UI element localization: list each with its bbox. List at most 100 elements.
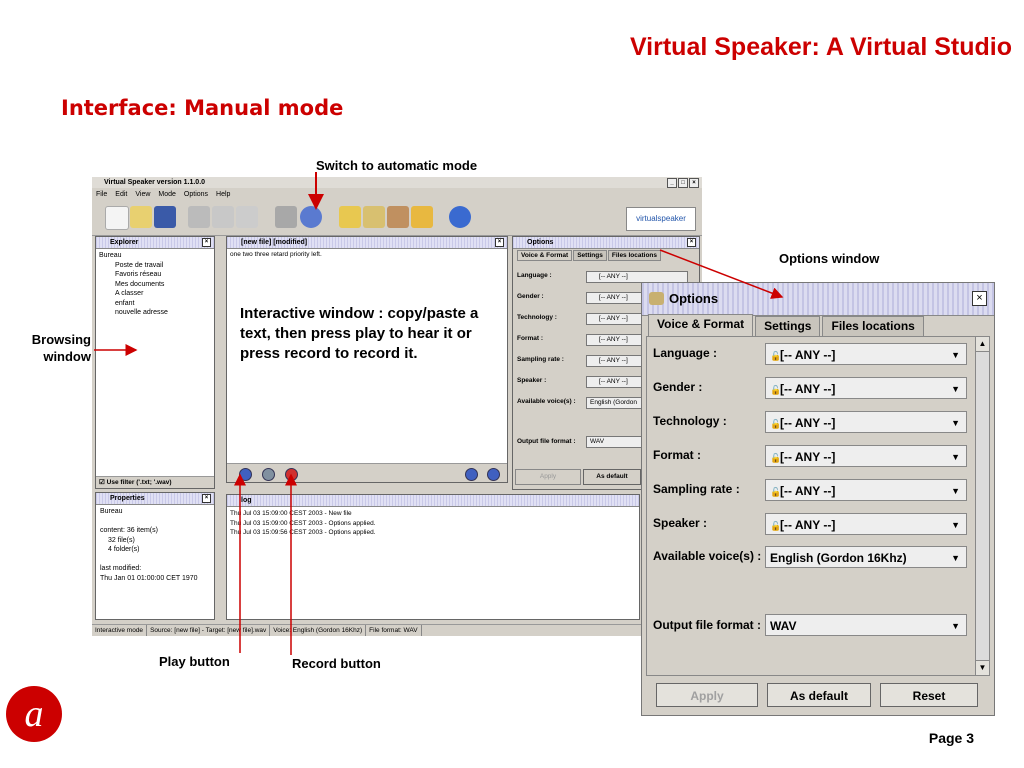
chevron-down-icon: ▼ [951,452,960,462]
available-voices-label: Available voice(s) : [653,549,762,563]
properties-title: Properties [110,495,145,502]
chevron-down-icon: ▼ [951,520,960,530]
format-label: Format : [653,448,701,462]
scroll-up-icon[interactable]: ▲ [976,337,989,352]
cut-icon[interactable] [188,206,210,228]
menu-mode[interactable]: Mode [158,189,176,200]
tree-item[interactable]: Mes documents [99,280,211,290]
options-zoom-header: Options × [642,283,994,316]
log-line: Thu Jul 03 15:09:00 CEST 2003 - New file [230,510,352,517]
play-button[interactable] [239,468,252,481]
chevron-down-icon: ▼ [951,418,960,428]
save-icon[interactable] [154,206,176,228]
reset-button[interactable]: Reset [880,683,978,707]
tab-voice-format[interactable]: Voice & Format [517,250,573,261]
output-format-select[interactable]: WAV ▼ [765,614,967,636]
use-filter-checkbox[interactable]: ☑ Use filter ('.txt; '.wav) [96,476,214,488]
vertical-scrollbar[interactable]: ▲ ▼ [975,336,990,676]
technology-select[interactable]: 🔓[-- ANY --] ▼ [765,411,967,433]
forward-button[interactable] [487,468,500,481]
apply-button[interactable]: Apply [515,469,581,485]
open-folder-icon[interactable] [411,206,433,228]
menu-edit[interactable]: Edit [115,189,127,200]
menu-help[interactable]: Help [216,189,230,200]
close-icon[interactable]: × [687,238,696,247]
close-icon[interactable]: × [495,238,504,247]
tree-item[interactable]: nouvelle adresse [99,308,211,318]
app-title: Virtual Speaker version 1.1.0.0 [104,179,206,186]
close-icon[interactable]: × [689,178,699,188]
library-icon[interactable] [387,206,409,228]
close-icon[interactable]: × [202,238,211,247]
chevron-down-icon: ▼ [951,621,960,631]
tree-item[interactable]: Bureau [99,251,211,261]
export-icon[interactable] [363,206,385,228]
options-small-header: Options × [513,237,699,249]
options-zoom-title: Options [669,291,719,306]
gender-label: Gender : [653,380,703,394]
folder-icon[interactable] [339,206,361,228]
option-label: Sampling rate : [517,356,564,363]
tab-voice-format[interactable]: Voice & Format [648,314,754,336]
automatic-mode-icon[interactable] [300,206,322,228]
menu-options[interactable]: Options [184,189,208,200]
menu-file[interactable]: File [96,189,107,200]
lock-icon: 🔓 [770,419,782,429]
select-value: [-- ANY --] [780,484,836,498]
tree-item[interactable]: Favoris réseau [99,270,211,280]
callout-options-window: Options window [779,251,880,266]
log-content: Thu Jul 03 15:09:00 CEST 2003 - New file… [227,507,639,540]
explorer-header: Explorer × [96,237,214,249]
gender-select[interactable]: 🔓[-- ANY --] ▼ [765,377,967,399]
scroll-down-icon[interactable]: ▼ [976,660,989,675]
close-icon[interactable]: × [202,494,211,503]
virtual-speaker-logo: virtualspeaker [626,207,696,231]
app-titlebar: Virtual Speaker version 1.1.0.0 _ □ × [92,177,702,188]
callout-browsing-window: Browsing window [27,331,91,365]
options-icon [649,292,664,305]
menu-view[interactable]: View [135,189,150,200]
rewind-button[interactable] [465,468,478,481]
select-value: [-- ANY --] [780,450,836,464]
editor-text-area[interactable]: one two three retard priority left. [227,249,507,260]
stop-button[interactable] [262,468,275,481]
speaker-select[interactable]: 🔓[-- ANY --] ▼ [765,513,967,535]
tab-settings[interactable]: Settings [755,316,821,336]
tab-files-locations[interactable]: Files locations [607,250,662,261]
menubar: File Edit View Mode Options Help [92,189,702,200]
option-label: Format : [517,335,543,342]
help-icon[interactable] [449,206,471,228]
manual-mode-icon[interactable] [275,206,297,228]
maximize-icon[interactable]: □ [678,178,688,188]
log-panel: log Thu Jul 03 15:09:00 CEST 2003 - New … [226,494,640,620]
window-controls: _ □ × [667,178,699,188]
tree-item[interactable]: enfant [99,299,211,309]
sampling-rate-select[interactable]: 🔓[-- ANY --] ▼ [765,479,967,501]
format-select[interactable]: 🔓[-- ANY --] ▼ [765,445,967,467]
option-label: Language : [517,272,552,279]
property-line: 32 file(s) [108,536,135,544]
property-line: last modified: [100,565,142,572]
explorer-panel: Explorer × Bureau Poste de travail Favor… [95,236,215,489]
as-default-button[interactable]: As default [583,469,641,485]
new-file-icon[interactable] [105,206,129,230]
minimize-icon[interactable]: _ [667,178,677,188]
properties-header: Properties × [96,493,214,505]
available-voices-select[interactable]: English (Gordon 16Khz) ▼ [765,546,967,568]
copy-icon[interactable] [212,206,234,228]
properties-panel: Properties × Bureau content: 36 item(s) … [95,492,215,620]
paste-icon[interactable] [236,206,258,228]
close-icon[interactable]: × [972,291,987,306]
as-default-button[interactable]: As default [767,683,871,707]
chevron-down-icon: ▼ [951,553,960,563]
open-file-icon[interactable] [130,206,152,228]
log-line: Thu Jul 03 15:09:00 CEST 2003 - Options … [230,519,376,527]
lock-icon: 🔓 [770,453,782,463]
tree-item[interactable]: Poste de travail [99,261,211,271]
language-select[interactable]: 🔓[-- ANY --] ▼ [765,343,967,365]
tab-settings[interactable]: Settings [573,250,607,261]
apply-button[interactable]: Apply [656,683,758,707]
tab-files-locations[interactable]: Files locations [822,316,924,336]
record-button[interactable] [285,468,298,481]
tree-item[interactable]: A classer [99,289,211,299]
